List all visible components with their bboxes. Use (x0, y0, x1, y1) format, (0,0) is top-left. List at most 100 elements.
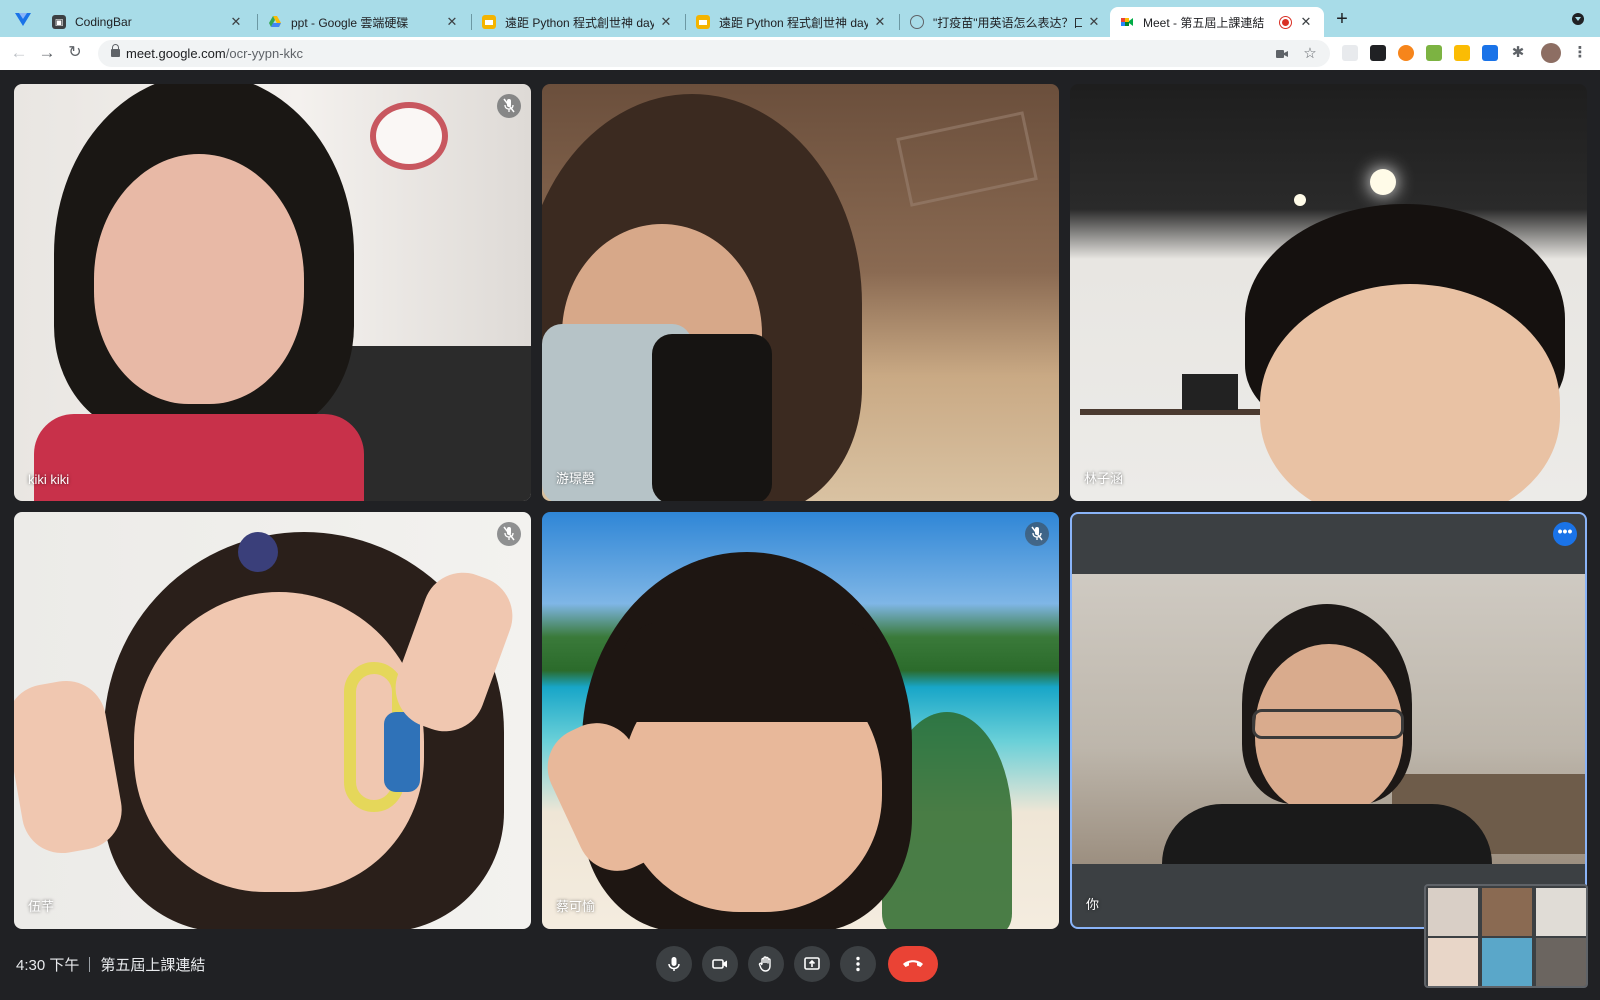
hair-clip-flower (238, 532, 278, 572)
globe-icon (910, 15, 924, 29)
muted-microphone-icon (497, 522, 521, 546)
tab-python-day9[interactable]: 遠距 Python 程式創世神 day9 - ✕ (686, 7, 898, 37)
participant-name: 游璟磬 (556, 471, 596, 486)
camera-button[interactable] (702, 946, 738, 982)
muted-microphone-icon (1025, 522, 1049, 546)
thumbnail-tile (1428, 938, 1478, 986)
present-screen-icon (804, 957, 820, 970)
camera-icon (712, 959, 727, 969)
tab-python-day8[interactable]: 遠距 Python 程式創世神 day8 - ✕ (472, 7, 684, 37)
microphone-icon (668, 957, 680, 971)
google-drive-icon (269, 16, 281, 27)
google-slides-icon (482, 15, 496, 29)
more-options-button[interactable] (840, 946, 876, 982)
muted-microphone-icon (497, 94, 521, 118)
close-tab-icon[interactable]: ✕ (1086, 14, 1102, 30)
close-tab-icon[interactable]: ✕ (228, 14, 244, 30)
google-meet-icon (1121, 18, 1133, 26)
tab-title: CodingBar (75, 15, 132, 29)
url-text[interactable]: meet.google.com/ocr-yypn-kkc (126, 46, 303, 61)
participant-bangs (622, 622, 882, 722)
tab-search-icon[interactable] (1572, 13, 1584, 25)
lock-icon (111, 44, 120, 57)
tab-title: 遠距 Python 程式創世神 day8 - (505, 15, 654, 30)
meeting-time: 4:30 下午 (16, 957, 80, 974)
raise-hand-icon (758, 956, 771, 972)
meet-extension-icon[interactable] (1482, 45, 1498, 61)
participant-tile-cai-ke-yu[interactable]: 蔡可愉 (542, 512, 1059, 929)
present-screen-button[interactable] (794, 946, 830, 982)
tab-google-drive[interactable]: ppt - Google 雲端硬碟 ✕ (258, 7, 470, 37)
more-options-icon (856, 956, 860, 972)
headphone-earcup (384, 712, 420, 792)
puzzle-extensions-icon[interactable]: ✱ (1510, 45, 1526, 61)
participant-name: 蔡可愉 (556, 899, 596, 914)
participant-shirt (34, 414, 364, 501)
forward-arrow-icon[interactable]: → (36, 42, 58, 64)
desk (1080, 409, 1280, 415)
browser-menu-icon[interactable]: ⋮ (1572, 45, 1588, 61)
hang-up-icon (903, 960, 923, 967)
browser-tab-strip: ▣ CodingBar ✕ ppt - Google 雲端硬碟 ✕ 遠距 Pyt… (0, 0, 1600, 37)
participant-tile-self[interactable]: ••• 你 (1070, 512, 1587, 929)
participant-name: 你 (1086, 897, 1100, 912)
bookmark-star-icon[interactable]: ☆ (1302, 46, 1318, 62)
qr-extension-icon[interactable] (1370, 45, 1386, 61)
reload-icon[interactable]: ↻ (64, 42, 86, 64)
thumbnail-tile (1482, 888, 1532, 936)
participant-face (94, 154, 304, 404)
more-options-icon[interactable]: ••• (1553, 522, 1577, 546)
ceiling-light (1294, 194, 1306, 206)
wall-clock (370, 102, 448, 170)
recording-indicator-icon (1280, 16, 1291, 28)
back-arrow-icon[interactable]: ← (8, 42, 30, 64)
participant-name: 林子涵 (1084, 471, 1124, 486)
tab-title: "打疫苗"用英语怎么表达？口语 (933, 15, 1082, 30)
background-laptop (1182, 374, 1238, 410)
participant-name: 伍芊 (28, 899, 55, 914)
thumbnail-tile (1536, 938, 1586, 986)
meeting-title: 第五屆上課連結 (100, 957, 206, 974)
url-path: /ocr-yypn-kkc (225, 46, 304, 61)
tab-vaccine-english[interactable]: "打疫苗"用英语怎么表达？口语 ✕ (900, 7, 1112, 37)
face-mask-strap (652, 334, 772, 501)
ceiling-light (1370, 169, 1396, 195)
close-tab-icon[interactable]: ✕ (872, 14, 888, 30)
app-menu-icon[interactable] (14, 11, 32, 27)
thumbnail-tile (1428, 888, 1478, 936)
extension-icon[interactable] (1342, 45, 1358, 61)
participant-tile-lin-zi-han[interactable]: 林子涵 (1070, 84, 1587, 501)
meet-video-grid: kiki kiki 游璟磬 林子涵 伍芊 蔡可愉 ••• 你 (0, 70, 1600, 930)
extension-icon[interactable] (1454, 45, 1470, 61)
self-view-thumbnail[interactable] (1424, 884, 1588, 988)
divider (89, 957, 91, 972)
close-tab-icon[interactable]: ✕ (444, 14, 460, 30)
profile-avatar[interactable] (1541, 43, 1561, 63)
raise-hand-button[interactable] (748, 946, 784, 982)
url-host: meet.google.com (126, 46, 226, 61)
tab-meet[interactable]: Meet - 第五屆上課連結 ✕ (1110, 7, 1324, 37)
tab-title: ppt - Google 雲端硬碟 (291, 15, 409, 30)
tab-title: 遠距 Python 程式創世神 day9 - (719, 15, 868, 30)
extension-icon[interactable] (1426, 45, 1442, 61)
address-bar[interactable]: meet.google.com/ocr-yypn-kkc ☆ (98, 40, 1330, 67)
close-tab-icon[interactable]: ✕ (658, 14, 674, 30)
metamask-icon[interactable] (1398, 45, 1414, 61)
participant-tile-you-jing-qing[interactable]: 游璟磬 (542, 84, 1059, 501)
camera-in-use-icon[interactable] (1274, 46, 1290, 62)
thumbnail-tile (1482, 938, 1532, 986)
leave-call-button[interactable] (888, 946, 938, 982)
tab-title: Meet - 第五屆上課連結 (1143, 15, 1265, 30)
close-tab-icon[interactable]: ✕ (1298, 14, 1314, 30)
google-slides-icon (696, 15, 710, 29)
participant-tile-wu-qian[interactable]: 伍芊 (14, 512, 531, 929)
meet-control-bar: 4:30 下午 第五屆上課連結 (0, 930, 1600, 1000)
microphone-button[interactable] (656, 946, 692, 982)
codingbar-favicon-icon: ▣ (52, 15, 66, 29)
meeting-info: 4:30 下午 第五屆上課連結 (16, 954, 205, 975)
new-tab-icon[interactable]: + (1332, 9, 1352, 29)
participant-tile-kiki-kiki[interactable]: kiki kiki (14, 84, 531, 501)
eyeglasses (1252, 709, 1404, 739)
thumbnail-tile (1536, 888, 1586, 936)
tab-codingbar[interactable]: ▣ CodingBar ✕ (42, 7, 254, 37)
